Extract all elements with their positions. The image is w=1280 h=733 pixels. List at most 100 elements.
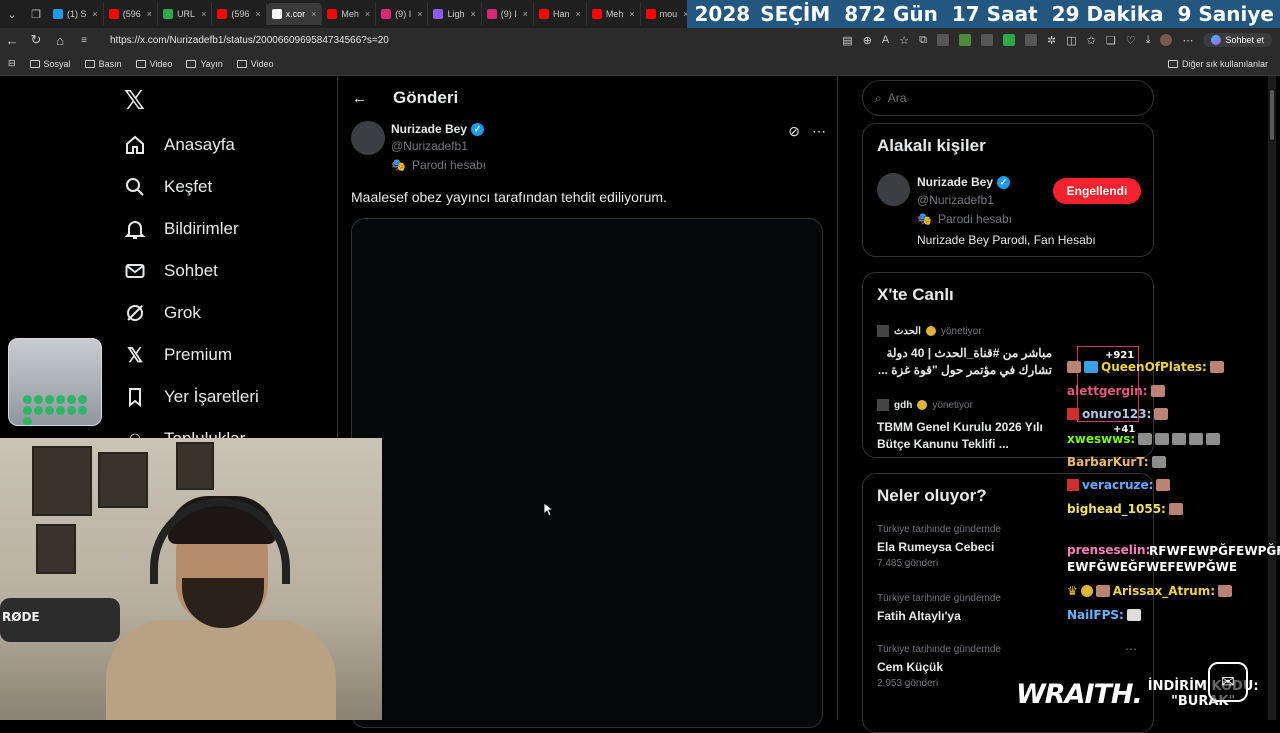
bookmark-folder[interactable]: Yayın [186,59,223,69]
tab-close-icon[interactable]: × [147,9,152,19]
browser-tab[interactable]: (596 × [212,3,267,25]
trend-name: Fatih Altaylı'ya [877,609,961,623]
x-premium-icon: 𝕏 [126,344,144,367]
downloads-icon[interactable]: ⤓ [1146,34,1151,47]
url-field[interactable]: https://x.com/Nurizadefb1/status/2000660… [104,30,842,50]
folder-icon [186,59,197,68]
tab-close-icon[interactable]: × [311,9,316,19]
live-item[interactable]: gdh yönetiyor TBMM Genel Kurulu 2026 Yıl… [877,399,1052,453]
nav-item-bookmarks[interactable]: Yer İşaretleri [124,386,259,408]
favorites-icon[interactable]: ✩ [1087,34,1096,47]
tab-favicon-icon [486,9,497,19]
trend-item[interactable]: Türkiye tarihinde gündemde Cem Küçük 2.9… [877,644,1001,689]
nav-item-chat[interactable]: Sohbet [124,260,218,282]
more-options-icon[interactable]: ⋯ [812,123,826,140]
bookmark-folder[interactable]: Basın [84,59,122,69]
bookmark-folder[interactable]: Video [236,59,274,69]
bookmark-folder[interactable]: Sosyal [29,59,71,69]
nav-item-premium[interactable]: 𝕏 Premium [124,344,232,367]
scrollbar-thumb[interactable] [1270,90,1274,140]
browser-tab[interactable]: (9) I × [376,3,429,25]
page-scrollbar[interactable] [1268,76,1276,720]
extension-icon[interactable] [981,34,993,46]
collections-icon[interactable]: ❏ [1106,34,1116,47]
home-icon[interactable]: ⌂ [48,33,72,48]
read-mode-icon[interactable]: ▤ [842,34,852,47]
chat-message: xweswws: [1067,432,1221,446]
tab-close-icon[interactable]: × [629,9,634,19]
related-name-row[interactable]: Nurizade Bey ✓ [917,175,1011,189]
settings-more-icon[interactable]: ⋯ [1182,34,1193,47]
browser-tab[interactable]: Ligh × [428,3,482,25]
back-icon[interactable]: ← [0,33,24,48]
crown-badge-icon: ♛ [1067,584,1078,598]
trend-item[interactable]: Türkiye tarihinde gündemde Fatih Altaylı… [877,593,1001,623]
browser-tab[interactable]: (596 × [104,3,159,25]
tab-menu-icon[interactable]: ⌄ [0,0,24,28]
back-arrow-icon[interactable]: ← [352,90,367,107]
browser-tab[interactable]: (9) I × [482,3,535,25]
bookmark-icon [124,386,146,408]
browser-tab[interactable]: (1) S × [48,3,104,25]
extension-icon[interactable] [1003,34,1015,46]
tab-label: (9) I [500,9,517,19]
avatar[interactable] [351,121,385,155]
bookmarks-menu-icon[interactable]: ⊟ [8,58,16,69]
browser-essentials-icon[interactable]: ♡ [1126,34,1136,47]
nav-item-home[interactable]: Anasayfa [124,134,235,156]
tab-actions-icon[interactable]: ❐ [24,0,48,28]
sponsor-brand: WRAITH. [1016,678,1143,710]
post-column: ← Gönderi Nurizade Bey ✓ @Nurizadefb1 🎭 … [338,76,837,728]
chat-user: alettgergin: [1067,384,1148,398]
site-info-icon[interactable]: ≡ [72,35,96,46]
tab-close-icon[interactable]: × [523,9,528,19]
live-title-text: TBMM Genel Kurulu 2026 Yılı Bütçe Kanunu… [877,420,1043,451]
author-handle[interactable]: @Nurizadefb1 [391,139,468,153]
post-media[interactable] [351,218,823,728]
reload-icon[interactable]: ↻ [24,32,48,48]
read-aloud-icon[interactable]: A [882,34,889,46]
nav-label: Bildirimler [164,219,239,238]
chat-widget-icon[interactable]: ✉ [1208,662,1248,702]
live-item[interactable]: الحدث yönetiyor مباشر من #قناة_الحدث | 4… [877,325,1052,379]
profile-avatar[interactable] [1160,34,1173,46]
extension-icon[interactable] [959,34,971,46]
sidebar-toggle-icon[interactable]: ◫ [1066,34,1076,47]
author-name-row[interactable]: Nurizade Bey ✓ [391,122,485,136]
copilot-chat-button[interactable]: Sohbet et [1203,33,1272,47]
blocked-button[interactable]: Engellendi [1053,178,1141,204]
x-logo-icon[interactable]: 𝕏 [124,86,145,116]
post-header: ← Gönderi [352,88,458,108]
nav-item-explore[interactable]: Keşfet [124,176,212,198]
tab-close-icon[interactable]: × [93,9,98,19]
extension-icon[interactable] [937,34,949,46]
other-bookmarks[interactable]: Diğer sık kullanılanlar [1167,59,1268,69]
grok-analyze-icon[interactable]: ⊘ [788,123,800,140]
browser-tab[interactable]: Han × [534,3,587,25]
trend-more-icon[interactable]: ⋯ [1125,642,1137,656]
extension-icon[interactable] [1025,34,1037,46]
tab-close-icon[interactable]: × [576,9,581,19]
browser-tab[interactable]: x.cor × [266,3,323,25]
bookmark-folder[interactable]: Video [135,59,172,69]
tab-close-icon[interactable]: × [201,9,206,19]
avatar[interactable] [877,173,910,206]
nav-item-grok[interactable]: Grok [124,302,201,324]
favorite-star-icon[interactable]: ☆ [899,34,909,47]
donation-jar-widget [8,338,102,426]
nav-item-notifications[interactable]: Bildirimler [124,218,239,240]
split-screen-icon[interactable]: ⧉ [919,34,927,47]
browser-tab[interactable]: Meh × [322,3,377,25]
extensions-puzzle-icon[interactable]: ✲ [1047,34,1056,47]
search-input[interactable]: ⌕ Ara [862,80,1154,116]
zoom-icon[interactable]: ⊕ [863,34,872,47]
tab-close-icon[interactable]: × [417,9,422,19]
tab-close-icon[interactable]: × [365,9,370,19]
trend-item[interactable]: Türkiye tarihinde gündemde Ela Rumeysa C… [877,524,1001,569]
live-host: الحدث yönetiyor [877,325,1052,337]
tab-close-icon[interactable]: × [255,9,260,19]
browser-tab[interactable]: URL × [158,3,213,25]
browser-tab[interactable]: Meh × [587,3,641,25]
tab-close-icon[interactable]: × [470,9,475,19]
related-handle[interactable]: @Nurizadefb1 [917,193,994,207]
